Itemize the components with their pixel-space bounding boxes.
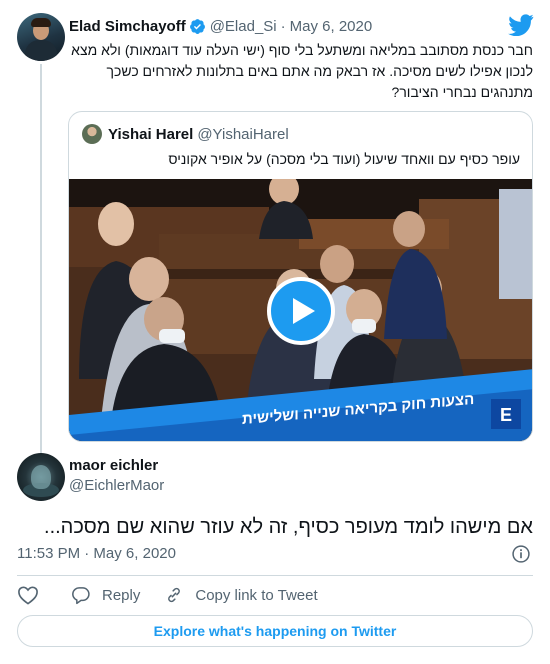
tweet-text: חבר כנסת מסתובב במליאה ומשתעל בלי סוף (י… (71, 42, 533, 100)
action-bar: Reply Copy link to Tweet (17, 584, 318, 606)
quoted-tweet-text: עופר כסיף עם וואחד שיעול (ועוד בלי מסכה)… (168, 151, 520, 167)
author-avatar[interactable] (17, 13, 65, 61)
author-header: Elad Simchayoff @Elad_Si · May 6, 2020 (69, 16, 372, 36)
author-handle[interactable]: @Elad_Si (210, 18, 277, 35)
reply-author-avatar[interactable] (17, 453, 65, 501)
reply-button[interactable]: Reply (71, 585, 140, 605)
video-player[interactable]: E הצעות חוק בקריאה שנייה ושלישית (69, 179, 532, 441)
play-button[interactable] (267, 277, 335, 345)
quoted-author-header: Yishai Harel @YishaiHarel (108, 124, 289, 144)
quoted-author-handle[interactable]: @YishaiHarel (197, 126, 288, 143)
copy-link-label: Copy link to Tweet (195, 586, 318, 604)
action-divider (17, 575, 533, 576)
quoted-tweet[interactable]: Yishai Harel @YishaiHarel עופר כסיף עם ו… (68, 111, 533, 442)
separator-dot: · (280, 17, 286, 35)
tweet-date[interactable]: May 6, 2020 (290, 18, 373, 35)
info-icon[interactable] (511, 544, 531, 564)
like-button[interactable] (17, 585, 71, 605)
play-icon (293, 298, 315, 324)
reply-tweet-text: אם מישהו לומד מעופר כסיף, זה לא עוזר שהו… (44, 516, 533, 538)
reply-author-name[interactable]: maor eichler (69, 457, 158, 474)
quoted-author-name[interactable]: Yishai Harel (108, 126, 193, 143)
copy-link-button[interactable]: Copy link to Tweet (164, 585, 318, 605)
reply-author-handle[interactable]: @EichlerMaor (69, 477, 164, 494)
explore-twitter-button[interactable]: Explore what's happening on Twitter (17, 615, 533, 647)
svg-text:E: E (500, 405, 512, 425)
reply-label: Reply (102, 586, 141, 604)
twitter-bird-icon[interactable] (508, 14, 534, 36)
verified-badge-icon (189, 18, 205, 34)
quoted-author-avatar[interactable] (82, 124, 102, 144)
tweet-embed-card: Elad Simchayoff @Elad_Si · May 6, 2020 ח… (0, 0, 550, 664)
reply-bubble-icon (72, 587, 90, 605)
thread-connector-line (40, 64, 42, 453)
heart-icon (18, 586, 38, 605)
link-icon (168, 587, 181, 603)
author-name[interactable]: Elad Simchayoff (69, 18, 186, 35)
reply-timestamp[interactable]: 11:53 PM · May 6, 2020 (17, 545, 176, 562)
